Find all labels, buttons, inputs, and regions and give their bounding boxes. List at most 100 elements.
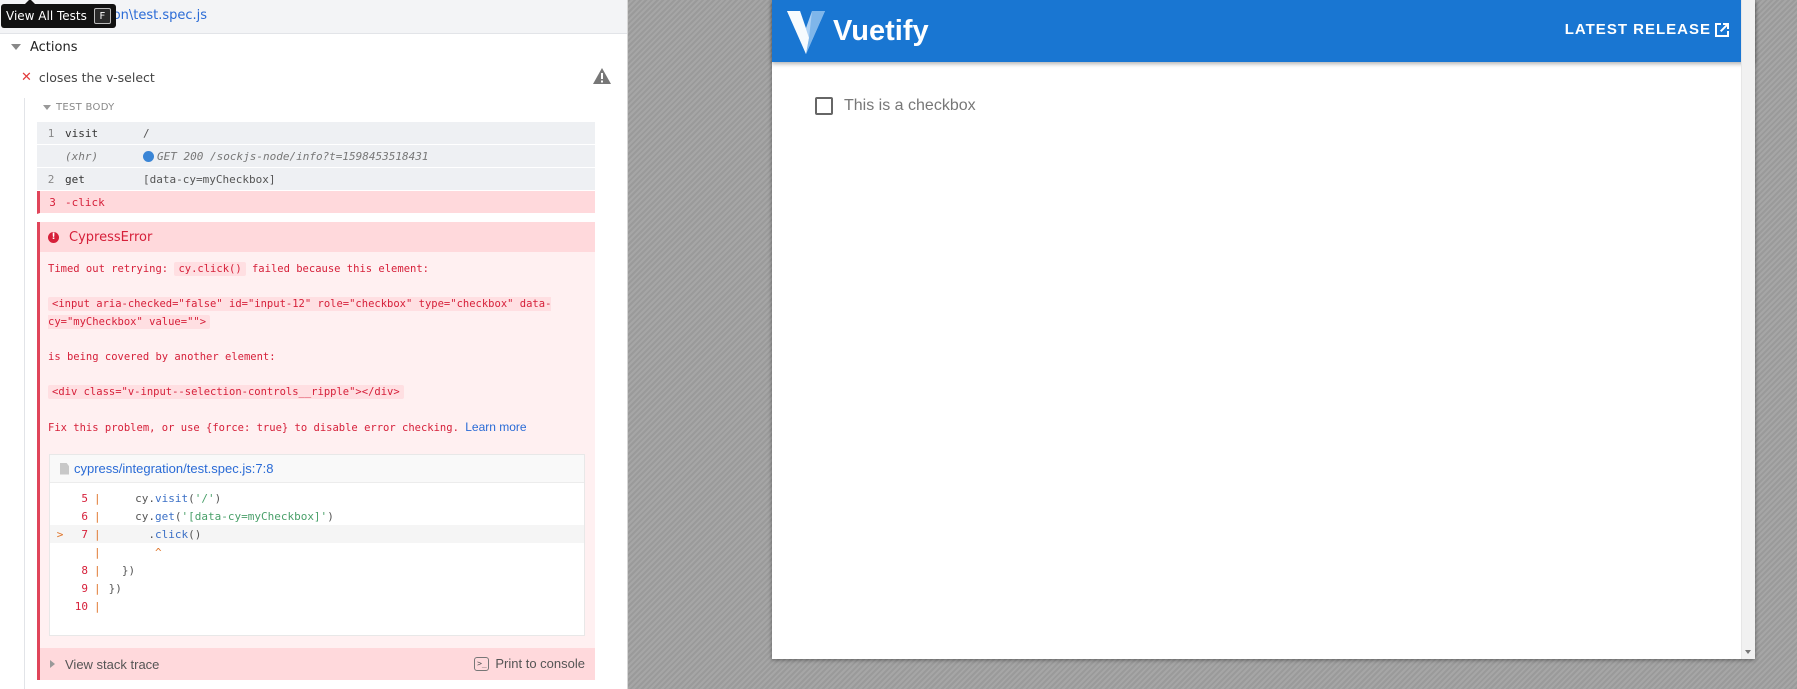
test-closes-v-select[interactable]: ✕ closes the v-select <box>0 66 627 88</box>
code-line: 9 | }) <box>50 579 584 597</box>
code-line-number: 8 <box>81 563 88 577</box>
error-line: <div class="v-input--selection-controls_… <box>48 383 587 401</box>
xhr-status-dot-icon <box>143 150 154 162</box>
file-icon <box>60 462 69 475</box>
code-line: | ^ <box>50 543 584 561</box>
error-header: ! CypressError <box>40 222 595 252</box>
error-message: Timed out retrying: cy.click() failed be… <box>40 252 595 437</box>
open-in-new-icon[interactable] <box>1713 21 1731 39</box>
shortcut-key: F <box>93 8 111 24</box>
error-line: Fix this problem, or use {force: true} t… <box>48 418 587 437</box>
command-message: GET 200 /sockjs-node/info?t=159845351843… <box>157 149 429 163</box>
print-to-console-button[interactable]: >_ Print to console <box>474 656 585 671</box>
print-to-console-label: Print to console <box>495 656 585 671</box>
app-title: Vuetify <box>833 14 929 47</box>
code-line-text: cy.visit('/') <box>108 491 222 505</box>
command-row[interactable]: 2 get [data-cy=myCheckbox] <box>37 168 595 191</box>
code-line-number: 5 <box>81 491 88 505</box>
error-line: <input aria-checked="false" id="input-12… <box>48 295 587 331</box>
command-row[interactable]: 1 visit / <box>37 122 595 145</box>
code-line-gutter: | <box>94 599 101 613</box>
code-caret: ^ <box>154 545 162 559</box>
command-log: 1 visit / (xhr) GET 200 /sockjs-node/inf… <box>37 122 595 214</box>
app-bar: Vuetify LATEST RELEASE <box>772 0 1755 62</box>
code-line: 8 | }) <box>50 561 584 579</box>
code-line-gutter: | <box>94 527 101 541</box>
error-name: CypressError <box>69 229 153 245</box>
code-line-gutter: | <box>94 563 101 577</box>
learn-more-link[interactable]: Learn more <box>465 420 526 434</box>
warning-icon[interactable] <box>592 67 612 85</box>
command-message-wrap: GET 200 /sockjs-node/info?t=159845351843… <box>143 150 429 163</box>
error-line: Timed out retrying: cy.click() failed be… <box>48 260 587 278</box>
caret-down-icon <box>43 105 51 110</box>
test-title: closes the v-select <box>38 69 155 85</box>
code-line-text: }) <box>108 581 122 595</box>
checkbox-field[interactable]: This is a checkbox <box>815 97 976 115</box>
view-stack-trace-button[interactable]: View stack trace <box>65 657 159 672</box>
code-line: 6 | cy.get('[data-cy=myCheckbox]') <box>50 507 584 525</box>
command-message: / <box>143 126 150 140</box>
checkbox-label[interactable]: This is a checkbox <box>844 97 976 115</box>
checkbox-input[interactable] <box>815 97 833 115</box>
app-under-test: Vuetify LATEST RELEASE This is a checkbo… <box>772 0 1755 659</box>
code-frame-lines: 5 | cy.visit('/') 6 | cy.get('[data-cy=m… <box>50 483 584 615</box>
code-frame: cypress/integration/test.spec.js:7:8 5 |… <box>49 454 585 636</box>
code-frame-file: cypress/integration/test.spec.js:7:8 <box>74 461 274 476</box>
code-line-text: }) <box>109 563 136 577</box>
error-text: failed because this element: <box>245 263 429 275</box>
command-message: [data-cy=myCheckbox] <box>143 172 276 186</box>
element-html: <input aria-checked="false" id="input-12… <box>48 297 552 329</box>
spec-header: View All Tests F tion\test.spec.js <box>0 0 627 34</box>
code-line-number: 6 <box>81 509 88 523</box>
code-line-highlighted: > 7 | .click() <box>50 525 584 543</box>
code-line-text: ^ <box>109 546 162 559</box>
tooltip-label: View All Tests <box>6 9 87 23</box>
reporter-panel: View All Tests F tion\test.spec.js Actio… <box>0 0 628 689</box>
scroll-down-arrow-icon[interactable] <box>1745 650 1751 654</box>
code-line-gutter: | <box>94 545 101 559</box>
view-all-tests-tooltip: View All Tests F <box>1 0 116 28</box>
error-inline-code: cy.click() <box>174 262 246 276</box>
code-line-number: 9 <box>81 581 88 595</box>
command-number: 2 <box>47 172 55 186</box>
suite-title: Actions <box>30 39 78 55</box>
code-line-text: cy.get('[data-cy=myCheckbox]') <box>108 509 334 523</box>
code-line-number: 10 <box>74 599 88 613</box>
terminal-icon: >_ <box>474 656 490 671</box>
latest-release-link[interactable]: LATEST RELEASE <box>1565 21 1711 38</box>
code-line-gutter: | <box>94 491 101 505</box>
spec-path-link[interactable]: tion\test.spec.js <box>104 8 207 23</box>
failed-x-icon: ✕ <box>21 69 32 85</box>
command-name: get <box>65 172 85 186</box>
command-name: visit <box>65 126 99 140</box>
code-line-number: 7 <box>81 527 88 541</box>
command-number: 3 <box>49 195 56 209</box>
code-frame-file-link[interactable]: cypress/integration/test.spec.js:7:8 <box>50 455 584 483</box>
code-line: 10 | <box>50 597 584 615</box>
error-text: Fix this problem, or use {force: true} t… <box>48 422 459 434</box>
error-icon: ! <box>48 231 59 243</box>
test-body: TEST BODY 1 visit / (xhr) GET 200 /sockj… <box>24 98 595 689</box>
code-line: 5 | cy.visit('/') <box>50 489 584 507</box>
vertical-scrollbar[interactable] <box>1741 0 1755 659</box>
error-line: is being covered by another element: <box>48 348 587 366</box>
caret-down-icon <box>11 44 21 50</box>
suite-actions[interactable]: Actions <box>0 36 78 58</box>
code-line-text: .click() <box>108 527 202 541</box>
command-number: 1 <box>47 126 55 140</box>
error-panel: ! CypressError Timed out retrying: cy.cl… <box>37 222 595 680</box>
code-text: }) <box>121 563 136 577</box>
code-line-gutter: | <box>94 581 101 595</box>
covering-html: <div class="v-input--selection-controls_… <box>48 385 404 399</box>
command-row-xhr[interactable]: (xhr) GET 200 /sockjs-node/info?t=159845… <box>37 145 595 168</box>
code-line-gutter: | <box>94 509 101 523</box>
error-text: Timed out retrying: <box>48 263 175 275</box>
command-name: (xhr) <box>65 149 99 163</box>
command-row-failed[interactable]: 3 -click <box>37 191 595 214</box>
vuetify-logo-icon <box>787 11 825 54</box>
caret-right-icon[interactable] <box>50 660 55 668</box>
test-body-toggle[interactable]: TEST BODY <box>43 102 115 113</box>
test-body-label: TEST BODY <box>56 102 115 113</box>
code-line-arrow: > <box>56 527 64 541</box>
